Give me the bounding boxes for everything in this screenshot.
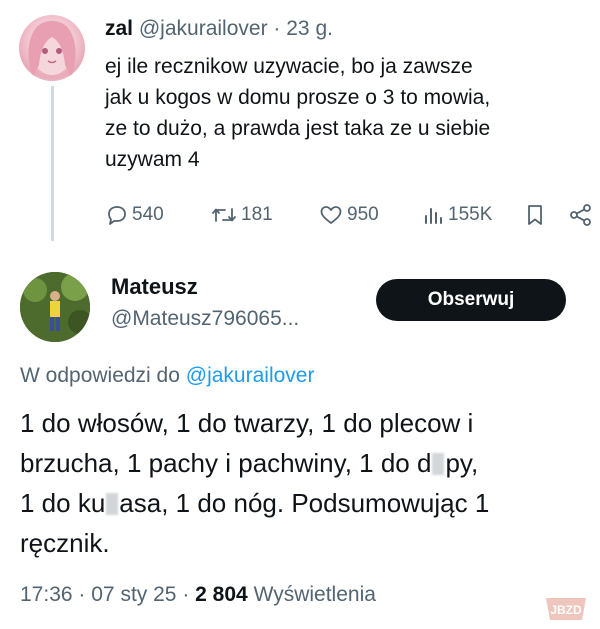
reply-icon	[108, 206, 126, 225]
avatar[interactable]	[19, 15, 85, 81]
reply-text-segment: asa, 1 do nóg. Podsumowując 1	[119, 488, 490, 518]
share-button[interactable]	[568, 203, 594, 227]
reply-text-segment: py,	[445, 448, 479, 478]
jbzd-watermark: JBZD	[542, 594, 590, 624]
tweet-author-row: zal @jakurailover · 23 g.	[105, 17, 333, 41]
reply-to-mention[interactable]: @jakurailover	[186, 364, 315, 387]
reply-time[interactable]: 17:36	[20, 583, 73, 606]
separator-dot: ·	[78, 583, 86, 606]
views-label: Wyświetlenia	[253, 583, 376, 606]
reply-button[interactable]: 540	[105, 203, 164, 227]
follow-button[interactable]: Obserwuj	[376, 279, 566, 321]
repost-button[interactable]: 181	[210, 203, 273, 227]
reply-text-line: 1 do włosów, 1 do twarzy, 1 do plecow i	[20, 408, 474, 438]
views-icon	[425, 208, 442, 224]
separator-dot: ·	[182, 583, 190, 606]
like-icon	[320, 206, 342, 224]
svg-text:JBZD: JBZD	[550, 603, 582, 617]
repost-icon	[212, 208, 236, 222]
reply-to-prefix: W odpowiedzi do	[20, 364, 180, 387]
tweet-time[interactable]: 23 g.	[286, 17, 333, 40]
bookmark-button[interactable]	[523, 203, 547, 227]
reply-to-line: W odpowiedzi do @jakurailover	[20, 364, 314, 388]
reply-text: 1 do włosów, 1 do twarzy, 1 do plecow i …	[20, 403, 595, 563]
tweet-text-line: jak u kogos w domu prosze o 3 to mowia,	[105, 86, 491, 109]
reply-text-segment: brzucha, 1 pachy i pachwiny, 1 do d	[20, 448, 432, 478]
tweet-text: ej ile recznikow uzywacie, bo ja zawsze …	[105, 51, 585, 175]
like-count: 950	[347, 204, 379, 225]
tweet-main: zal @jakurailover · 23 g. ej ile recznik…	[0, 0, 600, 248]
author-name[interactable]: zal	[105, 17, 133, 40]
censor-blur	[106, 493, 119, 515]
tweet-text-line: uzywam 4	[105, 148, 200, 171]
censor-blur	[432, 453, 445, 475]
views-count: 155K	[448, 204, 493, 225]
tweet-text-line: ej ile recznikow uzywacie, bo ja zawsze	[105, 55, 473, 78]
reply-text-line: 1 do ku asa, 1 do nóg. Podsumowując 1	[20, 483, 595, 523]
reply-author-name[interactable]: Mateusz	[111, 274, 198, 300]
reply-avatar[interactable]	[20, 272, 90, 342]
views-button[interactable]: 155K	[421, 203, 492, 227]
reply-text-line: brzucha, 1 pachy i pachwiny, 1 do d py,	[20, 443, 595, 483]
reply-date[interactable]: 07 sty 25	[91, 583, 176, 606]
reply-text-line: ręcznik.	[20, 528, 110, 558]
like-button[interactable]: 950	[318, 203, 379, 227]
thread-line	[51, 86, 54, 241]
tweet-actions: 540 181 950 155K	[105, 203, 595, 233]
views-count: 2 804	[195, 583, 248, 606]
tweet-text-line: ze to dużo, a prawda jest taka ze u sieb…	[105, 117, 491, 140]
share-icon	[570, 204, 591, 226]
separator-dot: ·	[273, 17, 281, 40]
reply-count: 540	[132, 204, 164, 225]
reply-meta: 17:36 · 07 sty 25 · 2 804 Wyświetlenia	[20, 583, 376, 607]
bookmark-icon	[528, 205, 542, 225]
repost-count: 181	[241, 204, 273, 225]
reply-text-segment: 1 do ku	[20, 488, 106, 518]
reply-author-handle[interactable]: @Mateusz796065...	[111, 307, 299, 331]
author-handle[interactable]: @jakurailover	[139, 17, 268, 40]
